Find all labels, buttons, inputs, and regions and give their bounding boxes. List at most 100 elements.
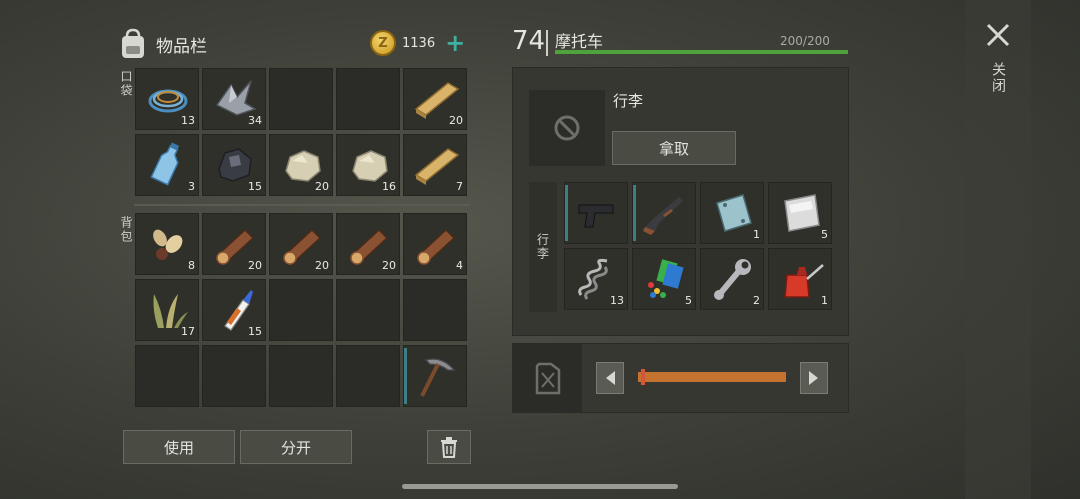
oil-can-icon xyxy=(784,264,824,298)
backpack-slot[interactable] xyxy=(403,279,467,341)
item-count: 20 xyxy=(315,259,329,272)
item-count: 1 xyxy=(753,228,760,241)
log-icon xyxy=(417,228,456,265)
arrow-right-icon xyxy=(809,371,818,385)
item-count: 13 xyxy=(181,114,195,127)
close-icon[interactable] xyxy=(985,22,1011,48)
trunk-side-label: 行李 xyxy=(535,233,550,261)
backpack-label: 背包 xyxy=(119,216,133,244)
pocket-slot[interactable] xyxy=(336,68,400,130)
item-count: 5 xyxy=(685,294,692,307)
trunk-slot[interactable]: 5 xyxy=(632,248,696,310)
fuel-slider-handle[interactable] xyxy=(641,369,645,385)
add-coins-button[interactable]: + xyxy=(445,31,465,55)
item-count: 20 xyxy=(248,259,262,272)
trunk-lock-slot xyxy=(529,90,605,166)
item-count: 3 xyxy=(188,180,195,193)
pocket-slot[interactable]: 15 xyxy=(202,134,266,196)
backpack-slot[interactable]: 17 xyxy=(135,279,199,341)
pocket-slot[interactable]: 3 xyxy=(135,134,199,196)
item-count: 5 xyxy=(821,228,828,241)
pocket-slot[interactable]: 13 xyxy=(135,68,199,130)
trunk-slot[interactable] xyxy=(632,182,696,244)
use-button[interactable]: 使用 xyxy=(123,430,235,464)
coin-icon: Z xyxy=(370,30,396,56)
shotgun-icon xyxy=(643,197,683,235)
item-count: 20 xyxy=(382,259,396,272)
item-count: 15 xyxy=(248,180,262,193)
fuel-slot xyxy=(513,344,582,412)
vehicle-level: 74 xyxy=(512,26,546,56)
trunk-slot[interactable] xyxy=(564,182,628,244)
prohibited-icon xyxy=(554,115,580,141)
inventory-title: 物品栏 xyxy=(156,36,207,57)
item-count: 2 xyxy=(753,294,760,307)
backpack-slot[interactable]: 20 xyxy=(336,213,400,275)
water-bottle-icon xyxy=(150,142,180,186)
pocket-slot[interactable] xyxy=(269,68,333,130)
backpack-slot[interactable] xyxy=(336,345,400,407)
item-count: 20 xyxy=(315,180,329,193)
backpack-slot[interactable]: 4 xyxy=(403,213,467,275)
aluminum-plate-icon xyxy=(784,194,820,232)
home-indicator xyxy=(402,484,678,489)
wood-plank-icon xyxy=(414,148,460,185)
trunk-slot[interactable]: 1 xyxy=(768,248,832,310)
backpack-slot[interactable] xyxy=(336,279,400,341)
jerrycan-icon xyxy=(535,362,560,395)
pickaxe-icon xyxy=(420,358,456,397)
item-count: 13 xyxy=(610,294,624,307)
item-count: 8 xyxy=(188,259,195,272)
fuel-increase-button[interactable] xyxy=(800,362,828,394)
vehicle-header-divider xyxy=(546,30,548,56)
backpack-slot[interactable] xyxy=(403,345,467,407)
trunk-title: 行李 xyxy=(613,92,644,110)
backpack-slot[interactable] xyxy=(202,345,266,407)
pockets-label: 口袋 xyxy=(119,70,133,98)
close-button-label[interactable]: 关闭 xyxy=(988,62,1008,94)
trunk-slot[interactable]: 5 xyxy=(768,182,832,244)
backpack-slot[interactable] xyxy=(135,345,199,407)
pocket-slot[interactable]: 20 xyxy=(403,68,467,130)
pocket-slot[interactable]: 20 xyxy=(269,134,333,196)
inventory-header: 物品栏 xyxy=(118,26,207,62)
item-count: 7 xyxy=(456,180,463,193)
pocket-slot[interactable]: 7 xyxy=(403,134,467,196)
item-count: 1 xyxy=(821,294,828,307)
paint-pieces-icon xyxy=(648,259,684,298)
backpack-slot[interactable]: 15 xyxy=(202,279,266,341)
arrow-left-icon xyxy=(606,371,615,385)
coin-amount: 1136 xyxy=(402,35,436,51)
backpack-slot[interactable]: 8 xyxy=(135,213,199,275)
fuel-decrease-button[interactable] xyxy=(596,362,624,394)
item-count: 4 xyxy=(456,259,463,272)
steel-plate-icon xyxy=(716,194,752,232)
item-count: 15 xyxy=(248,325,262,338)
pistol-icon xyxy=(578,204,614,228)
trunk-slot[interactable]: 1 xyxy=(700,182,764,244)
coin-balance: Z 1136 + xyxy=(370,30,465,56)
item-count: 34 xyxy=(248,114,262,127)
vehicle-hp-bar xyxy=(555,50,848,54)
vehicle-hp-fill xyxy=(555,50,848,54)
trunk-side-tab: 行李 xyxy=(529,182,557,312)
item-count: 20 xyxy=(449,114,463,127)
trunk-slot[interactable]: 2 xyxy=(700,248,764,310)
pocket-slot[interactable]: 34 xyxy=(202,68,266,130)
fuel-slider[interactable] xyxy=(638,372,786,382)
trunk-slot[interactable]: 13 xyxy=(564,248,628,310)
backpack-icon xyxy=(122,28,144,58)
split-button[interactable]: 分开 xyxy=(240,430,352,464)
item-count: 17 xyxy=(181,325,195,338)
fuel-level-fill xyxy=(638,372,786,382)
backpack-slot[interactable]: 20 xyxy=(269,213,333,275)
trash-icon xyxy=(441,437,457,458)
backpack-slot[interactable]: 20 xyxy=(202,213,266,275)
wrench-icon xyxy=(714,259,751,300)
backpack-slot[interactable] xyxy=(269,279,333,341)
take-button[interactable]: 拿取 xyxy=(612,131,736,165)
backpack-slot[interactable] xyxy=(269,345,333,407)
trash-button[interactable] xyxy=(427,430,471,464)
pocket-slot[interactable]: 16 xyxy=(336,134,400,196)
seeds-icon xyxy=(153,229,183,260)
